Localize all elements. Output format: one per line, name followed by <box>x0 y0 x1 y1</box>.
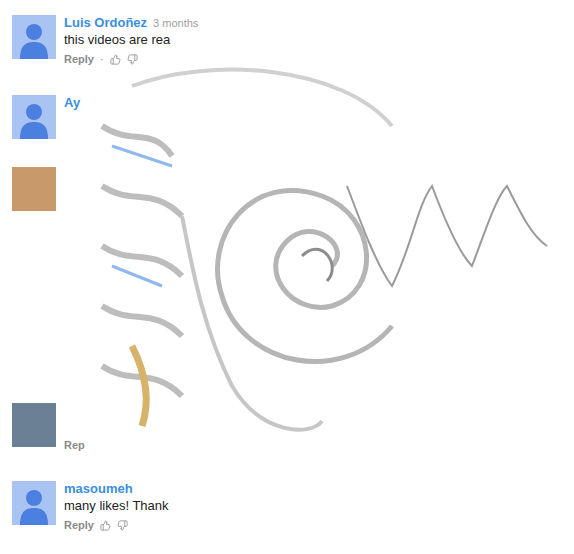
thumbs-down-icon[interactable] <box>117 520 128 531</box>
comment-text: many likes! Thank <box>64 497 169 515</box>
separator: · <box>100 51 104 67</box>
avatar-photo[interactable] <box>12 167 56 211</box>
reply-button[interactable]: Rep <box>64 437 85 453</box>
default-avatar-icon[interactable] <box>12 481 56 525</box>
comments-page: Luis Ordoñez 3 monthsthis videos are rea R… <box>0 0 574 554</box>
thumbs-up-icon[interactable] <box>100 520 111 531</box>
comment: masoumehmany likes! Thank Reply <box>12 481 574 533</box>
comment-list: Luis Ordoñez 3 monthsthis videos are rea R… <box>0 0 574 533</box>
avatar-photo[interactable] <box>12 403 56 447</box>
comment: Ay <box>12 95 574 139</box>
comment: Luis Ordoñez 3 monthsthis videos are rea R… <box>12 15 574 67</box>
reply-button[interactable]: Reply <box>64 517 94 533</box>
swirl-watermark-icon <box>92 66 562 471</box>
thumbs-down-icon[interactable] <box>127 54 138 65</box>
comment-author[interactable]: Luis Ordoñez <box>64 15 147 31</box>
reply-button[interactable]: Reply <box>64 51 94 67</box>
comment-time[interactable]: 3 months <box>153 15 198 31</box>
comment-author[interactable]: Ay <box>64 95 80 111</box>
comment-author[interactable]: masoumeh <box>64 481 133 497</box>
default-avatar-icon[interactable] <box>12 15 56 59</box>
thumbs-up-icon[interactable] <box>110 54 121 65</box>
default-avatar-icon[interactable] <box>12 95 56 139</box>
comment <box>12 167 574 375</box>
comment-text: this videos are rea <box>64 31 198 49</box>
